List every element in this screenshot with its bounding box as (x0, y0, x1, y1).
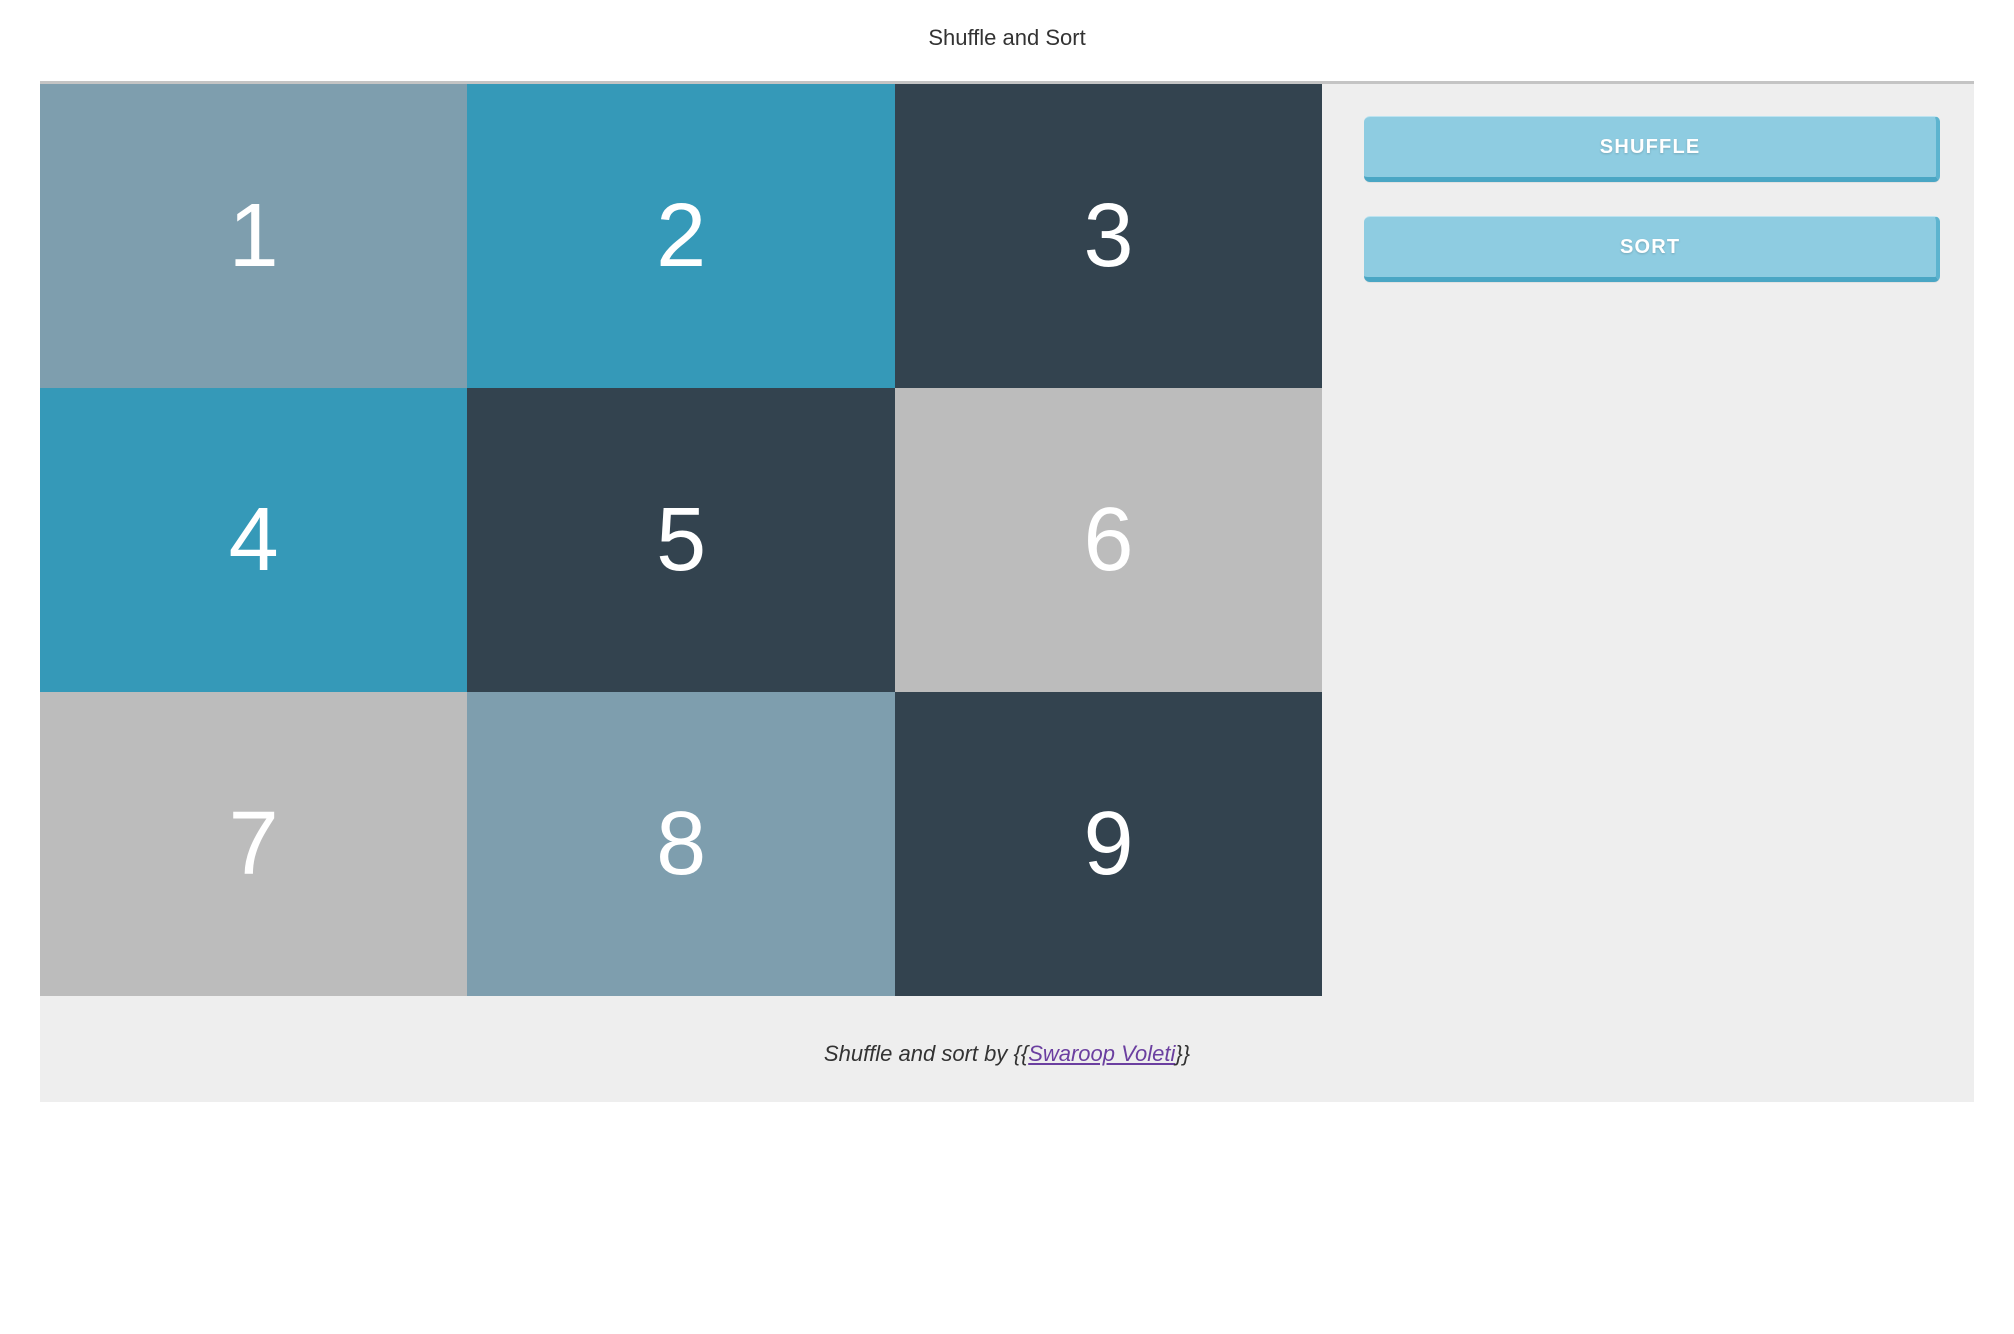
tile-3[interactable]: 3 (895, 84, 1322, 388)
tile-6[interactable]: 6 (895, 388, 1322, 692)
author-link[interactable]: Swaroop Voleti (1028, 1041, 1175, 1066)
tile-5[interactable]: 5 (467, 388, 894, 692)
tile-4[interactable]: 4 (40, 388, 467, 692)
author-brace-open: {{ (1013, 1041, 1028, 1066)
tile-grid: 1 2 3 4 5 6 7 8 9 (40, 84, 1322, 996)
shuffle-button[interactable]: SHUFFLE (1364, 116, 1940, 182)
tile-2[interactable]: 2 (467, 84, 894, 388)
main-container: 1 2 3 4 5 6 7 8 9 SHUFFLE SORT Shuffle a… (40, 81, 1974, 1102)
page-title: Shuffle and Sort (0, 0, 2014, 81)
controls-panel: SHUFFLE SORT (1322, 84, 1974, 996)
sort-button[interactable]: SORT (1364, 216, 1940, 282)
tile-7[interactable]: 7 (40, 692, 467, 996)
footer-prefix: Shuffle and sort by (824, 1041, 1014, 1066)
footer: Shuffle and sort by {{Swaroop Voleti}} (40, 996, 1974, 1067)
tile-1[interactable]: 1 (40, 84, 467, 388)
content-row: 1 2 3 4 5 6 7 8 9 SHUFFLE SORT (40, 84, 1974, 996)
tile-8[interactable]: 8 (467, 692, 894, 996)
tile-9[interactable]: 9 (895, 692, 1322, 996)
author-brace-close: }} (1175, 1041, 1190, 1066)
